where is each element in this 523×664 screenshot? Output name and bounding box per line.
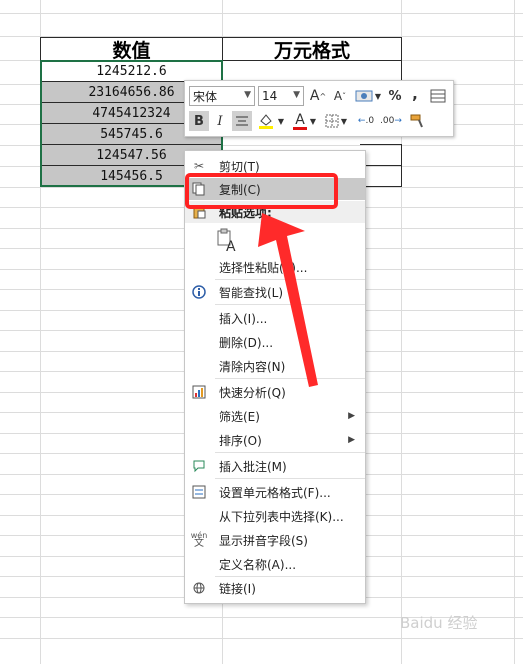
- currency-icon: [355, 90, 373, 102]
- font-size-dropdown[interactable]: 14 ▼: [258, 86, 304, 106]
- decrease-decimal-button[interactable]: .00 →: [379, 111, 403, 131]
- menu-item-smart-lookup[interactable]: 智能查找(L): [185, 281, 365, 303]
- mini-toolbar: 宋体 ▼ 14 ▼ A ^ Aˇ ▼ % , B I ▼ A ▼ ▼ ← .0 .0…: [184, 80, 454, 137]
- borders-button[interactable]: [323, 111, 341, 131]
- menu-item-link[interactable]: 链接(I): [185, 577, 365, 599]
- fill-color-button[interactable]: [256, 111, 276, 131]
- menu-item-label: 插入(I)...: [219, 311, 268, 326]
- menu-item-label: 从下拉列表中选择(K)...: [219, 509, 344, 524]
- menu-item-label: 排序(O): [219, 433, 262, 448]
- menu-item-paste-special[interactable]: 选择性粘贴(S)...: [185, 256, 365, 278]
- menu-item-label: 设置单元格格式(F)...: [219, 485, 331, 500]
- menu-item-sort[interactable]: 排序(O) ▶: [185, 429, 365, 451]
- borders-icon: [325, 114, 339, 128]
- chevron-right-icon: ▶: [348, 435, 355, 445]
- menu-item-filter[interactable]: 筛选(E) ▶: [185, 405, 365, 427]
- format-cells-icon: [191, 484, 207, 500]
- arrow-right-icon: →: [394, 116, 402, 126]
- menu-item-delete[interactable]: 删除(D)...: [185, 331, 365, 353]
- align-center-button[interactable]: [232, 111, 252, 131]
- menu-item-define-name[interactable]: 定义名称(A)...: [185, 553, 365, 575]
- menu-item-phonetic[interactable]: wén 文 显示拼音字段(S): [185, 529, 365, 551]
- format-painter-table-button[interactable]: [429, 87, 447, 105]
- wan-format-cell[interactable]: [360, 144, 402, 166]
- menu-item-quick-analysis[interactable]: 快速分析(Q): [185, 381, 365, 403]
- comment-icon: [191, 458, 207, 474]
- menu-separator: [215, 478, 365, 479]
- brush-icon: [410, 114, 423, 128]
- watermark: Baidu 经验: [400, 614, 478, 632]
- value-cell[interactable]: 1245212.6: [40, 60, 223, 82]
- paint-bucket-icon: [259, 114, 273, 129]
- menu-item-label: 显示拼音字段(S): [219, 533, 308, 548]
- context-menu: ✂ 剪切(T) 复制(C) 粘贴选项: A 选择性粘贴(S)... 智能查找(L…: [184, 150, 366, 604]
- header-cell-wan-format[interactable]: 万元格式: [222, 37, 402, 62]
- menu-separator: [215, 304, 365, 305]
- wan-format-cell[interactable]: [222, 60, 402, 82]
- menu-item-insert[interactable]: 插入(I)...: [185, 307, 365, 329]
- menu-item-pick-from-list[interactable]: 从下拉列表中选择(K)...: [185, 505, 365, 527]
- menu-item-format-cells[interactable]: 设置单元格格式(F)...: [185, 481, 365, 503]
- info-icon: [191, 284, 207, 300]
- grow-font-button[interactable]: A ^: [310, 87, 326, 105]
- percent-button[interactable]: %: [387, 87, 403, 105]
- menu-item-label: 定义名称(A)...: [219, 557, 297, 572]
- increase-decimal-button[interactable]: ← .0: [355, 111, 377, 131]
- font-color-button[interactable]: A: [291, 111, 309, 131]
- menu-item-clear-contents[interactable]: 清除内容(N): [185, 355, 365, 377]
- align-center-icon: [236, 116, 248, 126]
- menu-separator: [215, 452, 365, 453]
- clipboard-a-icon: A: [217, 228, 236, 252]
- menu-item-label: 选择性粘贴(S)...: [219, 260, 308, 275]
- chevron-down-icon[interactable]: ▼: [277, 111, 285, 131]
- format-painter-button[interactable]: [407, 111, 427, 131]
- shrink-font-button[interactable]: Aˇ: [332, 87, 348, 105]
- link-icon: [191, 580, 207, 596]
- highlight-box: [185, 173, 338, 209]
- menu-item-label: 删除(D)...: [219, 335, 274, 350]
- phonetic-icon: wén 文: [190, 531, 208, 549]
- menu-item-label: 链接(I): [219, 581, 256, 596]
- arrow-left-icon: ←: [357, 116, 366, 126]
- menu-item-label: 筛选(E): [219, 409, 260, 424]
- menu-item-label: 清除内容(N): [219, 359, 286, 374]
- italic-button[interactable]: I: [211, 111, 229, 131]
- table-icon: [430, 89, 446, 103]
- svg-text:A: A: [226, 239, 236, 252]
- menu-item-label: 插入批注(M): [219, 459, 287, 474]
- menu-item-label: 剪切(T): [219, 159, 260, 174]
- menu-item-label: 快速分析(Q): [219, 385, 286, 400]
- font-name-dropdown[interactable]: 宋体 ▼: [189, 86, 255, 106]
- chevron-down-icon[interactable]: ▼: [340, 111, 348, 131]
- menu-item-insert-comment[interactable]: 插入批注(M): [185, 455, 365, 477]
- chevron-down-icon: ▼: [293, 90, 300, 100]
- quick-analysis-icon: [191, 384, 207, 400]
- menu-item-label: 智能查找(L): [219, 285, 284, 300]
- scissors-icon: ✂: [193, 159, 205, 173]
- paste-values-button[interactable]: A: [215, 227, 239, 253]
- chevron-down-icon: ▼: [244, 90, 251, 100]
- bold-button[interactable]: B: [189, 111, 209, 131]
- menu-separator: [215, 378, 365, 379]
- menu-separator: [215, 279, 365, 280]
- font-size-value: 14: [262, 89, 278, 103]
- chevron-down-icon[interactable]: ▼: [309, 111, 317, 131]
- header-cell-value[interactable]: 数值: [40, 37, 223, 62]
- chevron-right-icon: ▶: [348, 411, 355, 421]
- comma-style-button[interactable]: ,: [409, 85, 421, 103]
- font-name-value: 宋体: [193, 89, 218, 104]
- chevron-down-icon[interactable]: ▼: [374, 87, 382, 105]
- number-format-button[interactable]: [353, 87, 375, 105]
